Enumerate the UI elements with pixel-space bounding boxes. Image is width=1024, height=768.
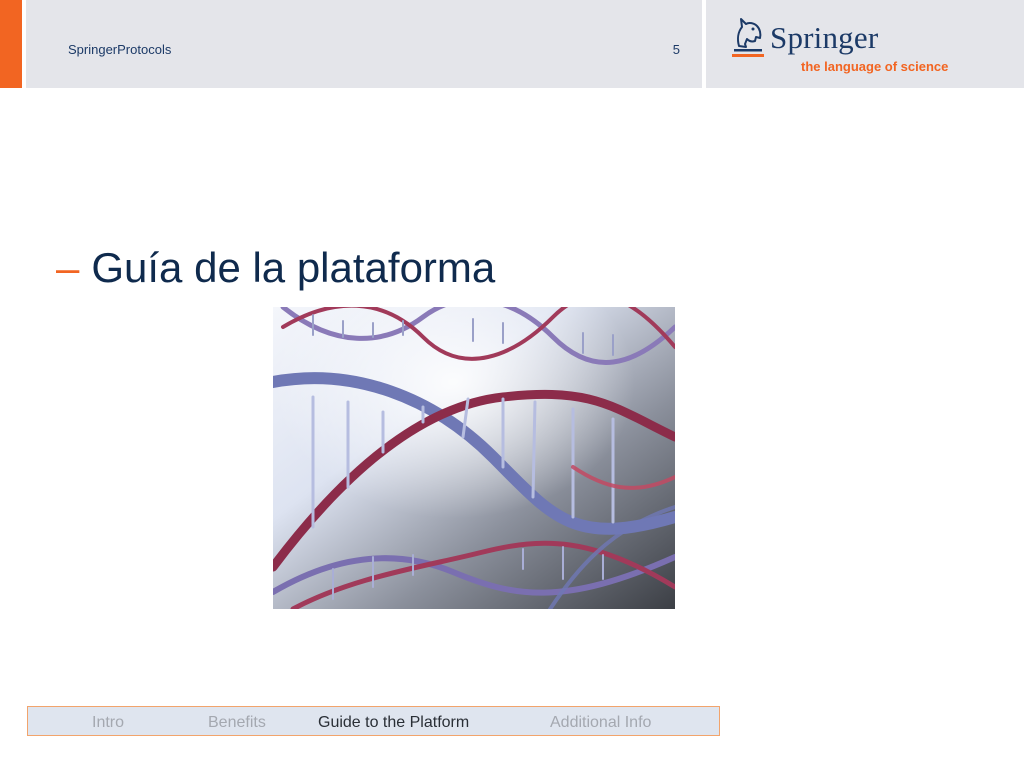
header-title: SpringerProtocols: [68, 42, 172, 57]
slide-heading: – Guía de la plataforma: [56, 244, 495, 292]
header-accent-bar: [0, 0, 22, 88]
springer-logo: Springer the language of science: [706, 0, 1024, 88]
bullet-dash: –: [56, 244, 80, 291]
slide-header: SpringerProtocols 5: [26, 0, 702, 88]
nav-item-intro[interactable]: Intro: [92, 714, 124, 732]
nav-item-additional-info[interactable]: Additional Info: [550, 714, 651, 732]
footer-navigation: Intro Benefits Guide to the Platform Add…: [27, 706, 720, 736]
logo-wordmark: Springer: [770, 20, 879, 55]
heading-text: Guía de la plataforma: [91, 244, 496, 291]
logo-tagline: the language of science: [801, 59, 949, 74]
dna-double-helix-image: [273, 307, 675, 609]
nav-item-guide-to-the-platform[interactable]: Guide to the Platform: [318, 714, 469, 732]
knight-horse-icon: [732, 18, 764, 57]
nav-item-benefits[interactable]: Benefits: [208, 714, 266, 732]
page-number: 5: [672, 42, 680, 57]
